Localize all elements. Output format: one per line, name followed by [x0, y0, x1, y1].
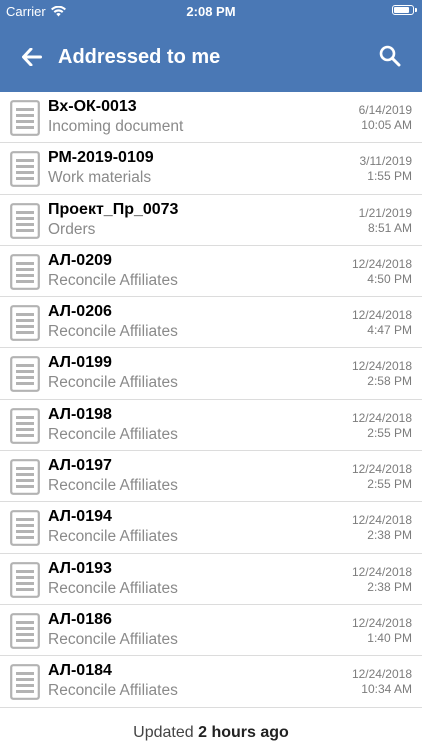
update-age: 2 hours ago [198, 724, 289, 741]
list-item[interactable]: АЛ-0186 Reconcile Affiliates 12/24/2018 1:4… [0, 605, 422, 657]
document-icon [10, 253, 40, 295]
document-date: 6/14/2019 [358, 103, 412, 117]
document-date: 12/24/2018 [351, 256, 412, 271]
list-item[interactable]: АЛ-0199 Reconcile Affiliates 12/24/2018 2:5… [0, 348, 422, 400]
document-time: 2:38 PM [367, 528, 412, 543]
list-item[interactable]: АЛ-0184 Reconcile Affiliates 12/24/2018 10:… [0, 656, 422, 708]
document-date: 12/24/2018 [351, 462, 412, 477]
document-date: 12/24/2018 [351, 308, 412, 323]
list-item[interactable]: АЛ-0209 Reconcile Affiliates 12/24/2018 4:5… [0, 246, 422, 298]
document-icon [10, 613, 40, 654]
update-prefix: Updated [133, 724, 194, 741]
navigation-bar: Addressed to me [0, 22, 422, 92]
search-icon [379, 45, 401, 67]
document-list: Вх-ОК-0013 Incoming document 6/14/2019 10:0… [0, 92, 422, 709]
list-item[interactable]: АЛ-0194 Reconcile Affiliates 12/24/2018 2:3… [0, 502, 422, 554]
document-date: 12/24/2018 [351, 410, 412, 425]
document-name: АЛ-0199 [48, 354, 112, 372]
document-type: Incoming document [48, 118, 184, 135]
document-type: Reconcile Affiliates [48, 528, 178, 546]
document-icon [10, 151, 40, 192]
document-icon [10, 561, 40, 603]
document-name: АЛ-0206 [48, 303, 112, 321]
list-item[interactable]: Вх-ОК-0013 Incoming document 6/14/2019 10:0… [0, 92, 422, 144]
list-item[interactable]: АЛ-0206 Reconcile Affiliates 12/24/2018 4:4… [0, 297, 422, 349]
document-time: 4:47 PM [367, 323, 412, 338]
document-time: 1:55 PM [367, 169, 412, 184]
document-time: 2:55 PM [367, 477, 412, 492]
document-icon [10, 202, 40, 244]
document-time: 10:34 AM [361, 682, 412, 697]
document-date: 12/24/2018 [351, 564, 412, 579]
document-name: РМ-2019-0109 [48, 149, 154, 167]
status-time: 2:08 PM [186, 4, 236, 19]
list-item[interactable]: АЛ-0197 Reconcile Affiliates 12/24/2018 2:5… [0, 451, 422, 503]
page-title: Addressed to me [58, 46, 221, 68]
document-icon [10, 407, 40, 449]
document-icon [10, 356, 40, 397]
document-type: Reconcile Affiliates [48, 630, 178, 648]
document-name: Проект_Пр_0073 [48, 200, 179, 218]
document-time: 8:51 AM [367, 220, 412, 235]
document-icon [10, 100, 40, 141]
search-button[interactable] [376, 42, 404, 70]
document-date: 12/24/2018 [351, 667, 412, 682]
document-date: 3/11/2019 [359, 154, 413, 169]
arrow-left-icon [22, 48, 42, 66]
document-date: 12/24/2018 [351, 615, 412, 630]
document-name: АЛ-0209 [48, 251, 112, 269]
document-name: АЛ-0193 [48, 559, 112, 577]
list-item[interactable]: Проект_Пр_0073 Orders 1/21/2019 8:51 AM [0, 195, 422, 246]
document-type: Reconcile Affiliates [48, 323, 178, 341]
document-time: 4:50 PM [367, 271, 412, 286]
document-type: Reconcile Affiliates [48, 682, 178, 700]
document-name: АЛ-0186 [48, 610, 112, 628]
list-item[interactable]: АЛ-0198 Reconcile Affiliates 12/24/2018 2:5… [0, 400, 422, 452]
document-name: АЛ-0184 [48, 662, 112, 680]
list-item[interactable]: АЛ-0193 Reconcile Affiliates 12/24/2018 2:3… [0, 554, 422, 605]
document-icon [10, 459, 40, 500]
update-status: Updated 2 hours ago [0, 718, 422, 750]
battery-icon [392, 5, 417, 15]
document-date: 12/24/2018 [351, 359, 412, 374]
list-item[interactable]: РМ-2019-0109 Work materials 3/11/2019 1:55 … [0, 143, 422, 195]
document-icon [10, 510, 40, 551]
document-time: 2:58 PM [367, 374, 412, 389]
document-type: Reconcile Affiliates [48, 425, 178, 443]
status-bar: Carrier 2:08 PM [0, 0, 422, 22]
document-icon [10, 305, 40, 346]
back-button[interactable] [18, 44, 46, 70]
document-name: АЛ-0198 [48, 405, 112, 423]
document-time: 2:55 PM [367, 425, 412, 440]
document-type: Reconcile Affiliates [48, 271, 178, 289]
document-time: 10:05 AM [361, 118, 412, 132]
document-type: Reconcile Affiliates [48, 374, 178, 392]
document-date: 12/24/2018 [351, 513, 412, 528]
document-name: АЛ-0197 [48, 457, 112, 475]
document-name: Вх-ОК-0013 [48, 98, 137, 115]
document-type: Orders [48, 220, 96, 238]
document-icon [10, 664, 40, 705]
document-name: АЛ-0194 [48, 508, 112, 526]
document-date: 1/21/2019 [358, 205, 412, 220]
document-type: Reconcile Affiliates [48, 579, 178, 597]
document-time: 2:38 PM [367, 579, 412, 594]
document-time: 1:40 PM [367, 630, 412, 645]
document-type: Reconcile Affiliates [48, 477, 178, 495]
document-type: Work materials [48, 169, 152, 187]
